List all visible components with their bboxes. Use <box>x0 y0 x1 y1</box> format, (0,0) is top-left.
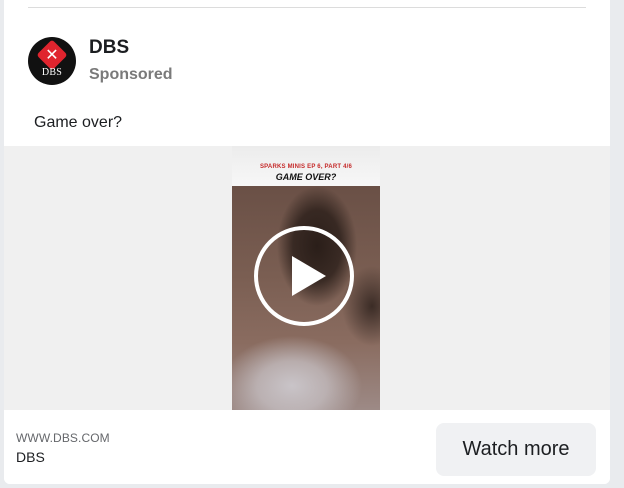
video-banner: SPARKS MINIS EP 6, PART 4/6 GAME OVER? <box>232 146 380 186</box>
video-player[interactable]: SPARKS MINIS EP 6, PART 4/6 GAME OVER? <box>232 146 380 410</box>
page-avatar[interactable]: ✕ DBS <box>28 37 76 85</box>
x-mark-icon: ✕ <box>45 45 59 64</box>
link-title: DBS <box>16 449 45 465</box>
sponsored-label: Sponsored <box>89 66 173 83</box>
post-caption: Game over? <box>34 114 123 131</box>
sponsored-post-card: ✕ DBS DBS Sponsored Game over? SPARKS MI… <box>4 0 610 484</box>
post-header: ✕ DBS DBS Sponsored <box>28 37 588 87</box>
media-area: SPARKS MINIS EP 6, PART 4/6 GAME OVER? <box>4 146 610 410</box>
video-banner-subtitle: SPARKS MINIS EP 6, PART 4/6 <box>259 164 353 170</box>
page-name[interactable]: DBS <box>89 37 129 59</box>
video-banner-title: GAME OVER? <box>275 172 337 182</box>
ad-footer: WWW.DBS.COM DBS Watch more <box>4 410 610 484</box>
play-icon <box>292 256 326 296</box>
link-domain: WWW.DBS.COM <box>16 431 110 445</box>
avatar-logo-text: DBS <box>41 67 63 78</box>
watch-more-button[interactable]: Watch more <box>436 423 596 476</box>
top-divider <box>28 7 586 8</box>
